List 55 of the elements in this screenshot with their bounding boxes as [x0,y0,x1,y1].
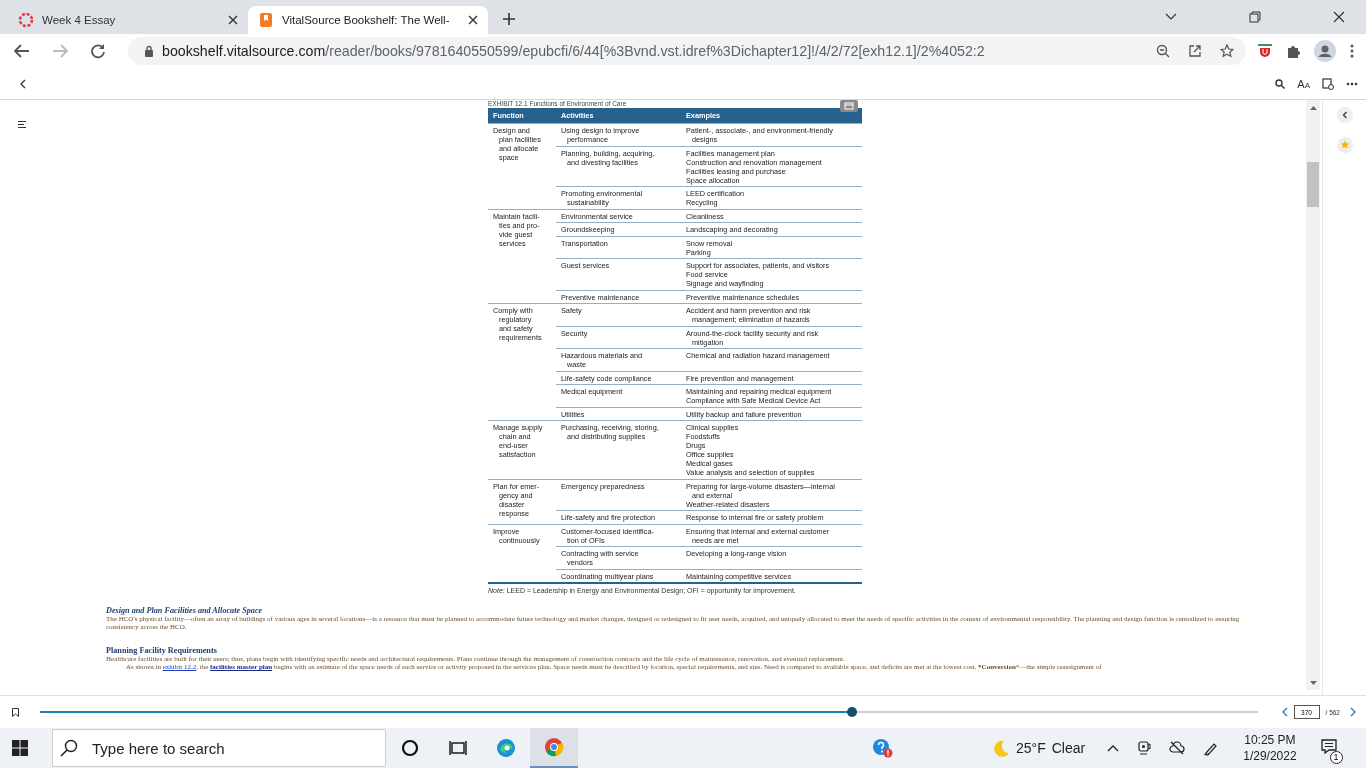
notification-count: 1 [1329,750,1343,764]
restore-icon[interactable] [1249,11,1261,23]
progress-handle[interactable] [847,707,858,717]
chevron-down-icon[interactable] [1165,13,1177,21]
chevron-up-icon[interactable] [1107,744,1120,752]
text-size-button[interactable]: AA [1297,77,1310,90]
lock-icon [144,45,154,57]
ring-icon [18,12,34,28]
image-button-icon[interactable] [840,100,858,112]
previous-icon[interactable] [1281,707,1288,717]
browser-tab[interactable]: VitalSource Bookshelf: The Well- [248,6,488,34]
more-icon[interactable] [1350,44,1354,58]
search-field[interactable]: Type here to search [52,729,386,767]
back-icon[interactable] [20,78,26,89]
chevron-left-icon[interactable] [1336,107,1353,123]
notification-icon[interactable] [1320,738,1337,754]
task-view-icon [448,738,468,758]
bookmark-icon [258,12,274,28]
back-icon[interactable] [14,44,30,58]
bookmark-icon[interactable] [12,707,19,717]
help-icon[interactable] [872,738,894,758]
share-icon[interactable] [1188,44,1202,58]
chrome-icon [544,737,564,757]
section-heading: Planning Facility Requirements [106,645,218,655]
shield-icon[interactable] [1258,44,1272,58]
cortana-icon [400,738,420,758]
new-tab-icon[interactable] [502,12,516,26]
page-settings-icon[interactable] [1322,77,1334,90]
weather-condition[interactable]: Clear [1051,740,1086,756]
section-heading: Design and Plan Facilities and Allocate Space [106,606,264,615]
browser-tab[interactable]: Week 4 Essay [8,6,248,34]
close-icon[interactable] [468,15,478,25]
webcam-icon[interactable] [1137,741,1152,755]
avatar-icon[interactable] [1314,40,1336,62]
zoom-out-icon[interactable] [1156,44,1170,58]
scroll-up-icon [1309,106,1317,110]
reload-icon[interactable] [90,43,106,59]
search-icon[interactable] [1275,78,1286,89]
star-icon[interactable] [1220,44,1234,58]
windows-icon[interactable] [12,740,28,756]
scroll-down-icon [1309,681,1317,685]
address-bar[interactable]: bookshelf.vitalsource.com/reader/books/9781640550599/epubcfi/6/44[%3Bvnd.vst.idref%3Dichapter12]!/4/2/72[exh12.1]/2%4052:2 [128,37,1246,65]
close-icon[interactable] [1333,11,1345,23]
menu-icon[interactable] [18,121,26,128]
clock[interactable]: 10:25 PM 1/29/2022 [1243,732,1297,764]
search-icon [60,739,78,757]
next-icon[interactable] [1350,707,1356,717]
scroll-thumb[interactable] [1307,162,1319,207]
close-icon[interactable] [228,15,238,25]
weather-temperature[interactable]: 25°F [1016,740,1046,756]
more-icon[interactable] [1346,81,1358,86]
edge-icon [496,738,516,758]
cloud-off-icon[interactable] [1169,741,1186,755]
scrollbar[interactable] [1306,100,1320,690]
puzzle-icon[interactable] [1286,44,1300,58]
